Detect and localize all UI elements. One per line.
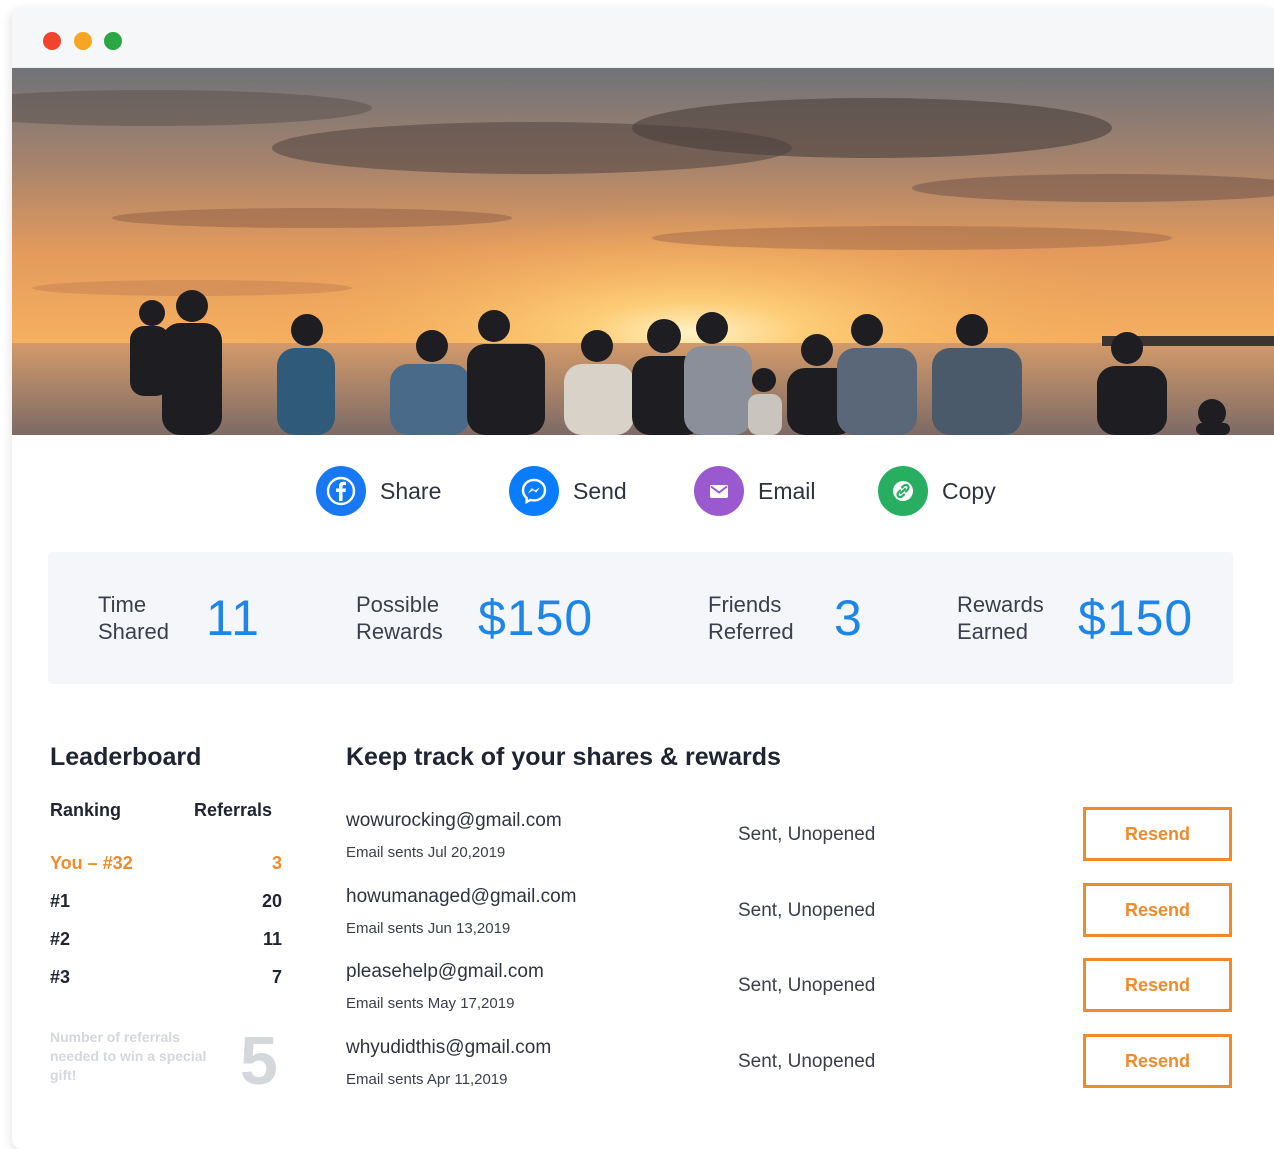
stat-times-shared: Time Shared 11 <box>98 552 260 684</box>
stat-label-line1: Rewards <box>957 592 1044 617</box>
share-messenger-button[interactable]: Send <box>509 464 627 518</box>
stat-label-line2: Shared <box>98 619 169 644</box>
resend-button[interactable]: Resend <box>1083 958 1232 1012</box>
share-email-button[interactable]: Email <box>694 464 816 518</box>
resend-button[interactable]: Resend <box>1083 1034 1232 1088</box>
leaderboard-rank: #3 <box>50 967 71 987</box>
stat-rewards-earned: Rewards Earned $150 <box>957 552 1193 684</box>
tracking-email: whyudidthis@gmail.com <box>346 1037 552 1058</box>
leaderboard-row-you: You – #32 3 <box>50 853 282 879</box>
tracking-date: Email sents Jun 13,2019 <box>346 920 511 937</box>
stat-possible-rewards: Possible Rewards $150 <box>356 552 593 684</box>
leaderboard-rank: #1 <box>50 891 71 911</box>
hero-image <box>12 68 1274 435</box>
share-label: Share <box>380 477 442 504</box>
tracking-status: Sent, Unopened <box>738 900 876 921</box>
resend-button[interactable]: Resend <box>1083 883 1232 937</box>
tracking-row: howumanaged@gmail.com Email sents Jun 13… <box>346 883 1236 950</box>
tracking-status: Sent, Unopened <box>738 824 876 845</box>
window-titlebar <box>12 8 1274 68</box>
stat-label-line1: Friends <box>708 592 782 617</box>
leaderboard-referrals: 20 <box>261 891 282 911</box>
leaderboard-referrals: 3 <box>271 853 282 873</box>
leaderboard-row: #3 7 <box>50 967 282 993</box>
stat-label-line2: Referred <box>708 619 794 644</box>
tracking-status: Sent, Unopened <box>738 1051 876 1072</box>
email-label: Email <box>758 477 816 504</box>
messenger-icon <box>509 466 559 516</box>
send-label: Send <box>573 477 627 504</box>
leaderboard-row: #1 20 <box>50 891 282 917</box>
stat-label-line2: Earned <box>957 619 1028 644</box>
close-window-button[interactable] <box>43 32 61 50</box>
share-facebook-button[interactable]: Share <box>316 464 441 518</box>
facebook-icon <box>316 466 366 516</box>
tracking-date: Email sents Apr 11,2019 <box>346 1071 508 1088</box>
email-icon <box>694 466 744 516</box>
stat-value: 11 <box>206 590 260 646</box>
minimize-window-button[interactable] <box>74 32 92 50</box>
stat-value: $150 <box>1078 590 1194 646</box>
stat-label-line1: Possible <box>356 592 440 617</box>
leaderboard-rank: You – #32 <box>50 853 133 873</box>
tracking-row: pleasehelp@gmail.com Email sents May 17,… <box>346 958 1236 1025</box>
link-icon <box>878 466 928 516</box>
ranking-column-header: Ranking <box>50 800 122 820</box>
resend-button[interactable]: Resend <box>1083 807 1232 861</box>
referrals-column-header: Referrals <box>194 800 273 820</box>
tracking-email: wowurocking@gmail.com <box>346 810 562 831</box>
tracking-email: pleasehelp@gmail.com <box>346 961 544 982</box>
tracking-email: howumanaged@gmail.com <box>346 886 577 907</box>
copy-label: Copy <box>942 477 996 504</box>
referrals-needed-count: 5 <box>240 1023 278 1099</box>
leaderboard-referrals: 11 <box>262 929 282 949</box>
tracking-row: wowurocking@gmail.com Email sents Jul 20… <box>346 807 1236 874</box>
stats-panel: Time Shared 11 Possible Rewards $150 Frien… <box>48 552 1233 684</box>
share-copy-button[interactable]: Copy <box>878 464 996 518</box>
stat-value: $150 <box>478 590 594 646</box>
tracking-row: whyudidthis@gmail.com Email sents Apr 11… <box>346 1034 1236 1101</box>
stat-label-line2: Rewards <box>356 619 443 644</box>
maximize-window-button[interactable] <box>104 32 122 50</box>
tracking-date: Email sents May 17,2019 <box>346 995 515 1012</box>
referrals-needed-note: Number of referrals needed to win a spec… <box>50 1029 207 1083</box>
share-actions: Share Send Email Copy <box>0 464 1274 524</box>
stat-label-line1: Time <box>98 592 147 617</box>
leaderboard-rank: #2 <box>50 929 71 949</box>
stat-value: 3 <box>834 590 863 646</box>
tracking-status: Sent, Unopened <box>738 975 876 996</box>
leaderboard-referrals: 7 <box>271 967 282 987</box>
tracking-title: Keep track of your shares & rewards <box>346 743 781 771</box>
tracking-date: Email sents Jul 20,2019 <box>346 844 506 861</box>
stat-friends-referred: Friends Referred 3 <box>708 552 863 684</box>
leaderboard-row: #2 11 <box>50 929 282 955</box>
leaderboard-title: Leaderboard <box>50 743 202 771</box>
